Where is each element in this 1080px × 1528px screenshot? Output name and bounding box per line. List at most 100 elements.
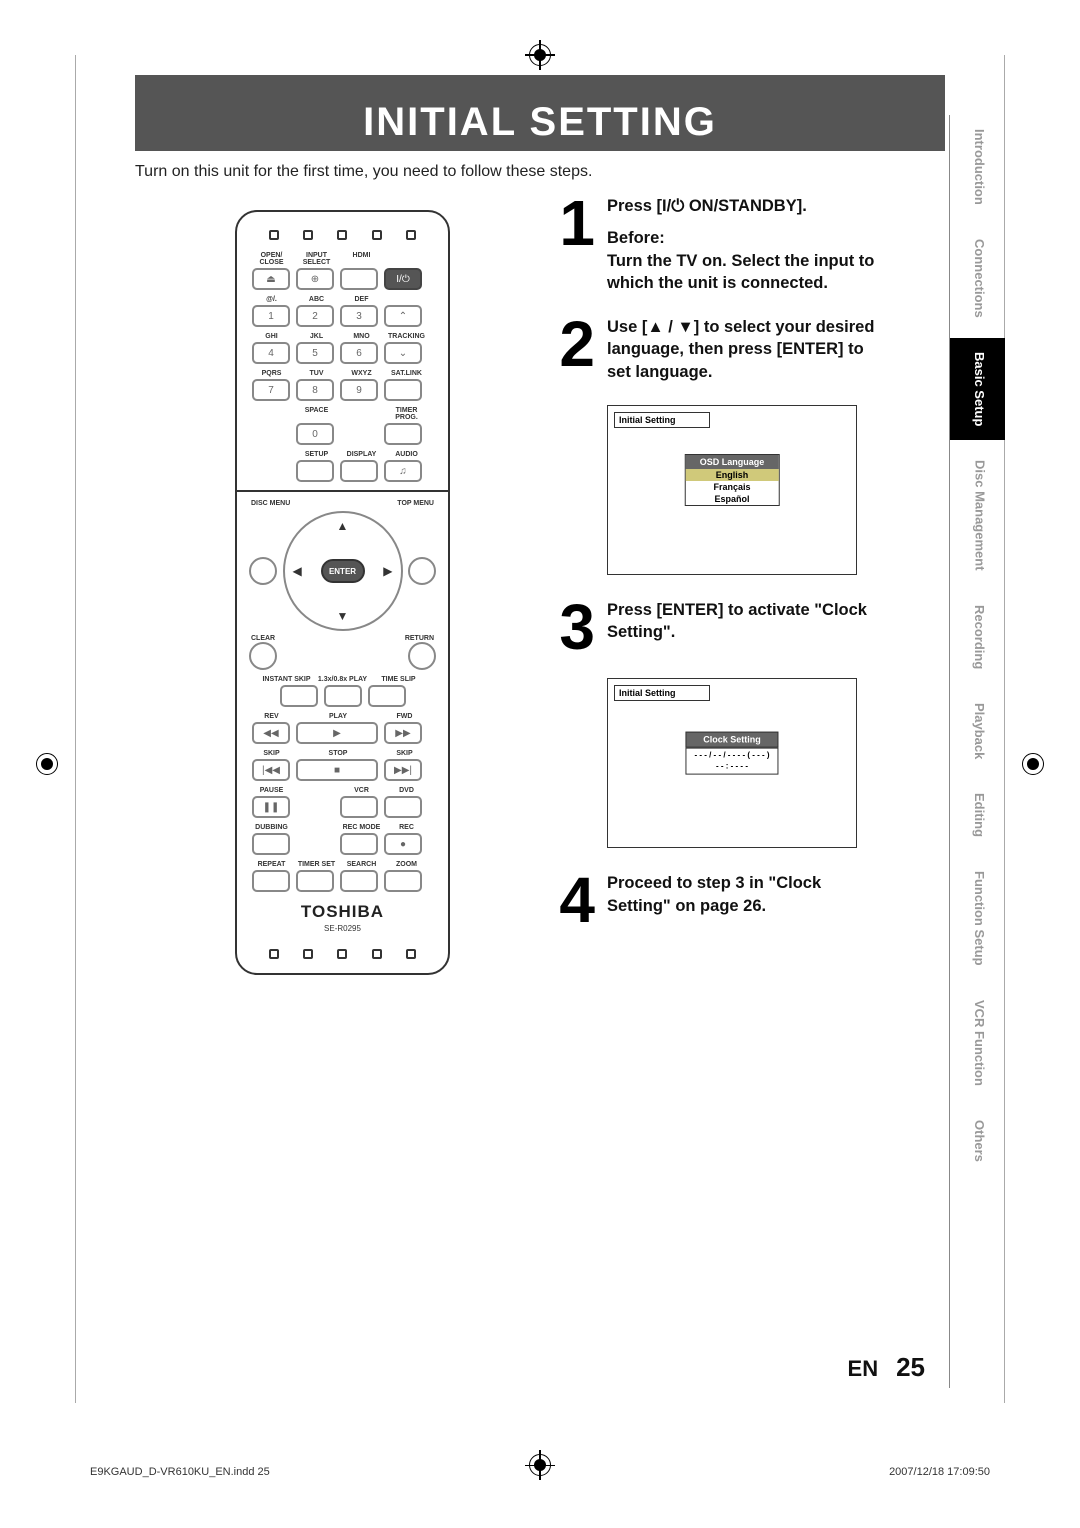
step-number: 4 xyxy=(545,872,595,930)
intro-text: Turn on this unit for the first time, yo… xyxy=(135,163,592,181)
num-3-button: 3 xyxy=(340,305,378,327)
page-title: INITIAL SETTING xyxy=(135,93,945,151)
num-1-button: 1 xyxy=(252,305,290,327)
tab-connections[interactable]: Connections xyxy=(950,225,1005,332)
skip-fwd-button: ▶▶| xyxy=(384,759,422,781)
footer-lang: EN xyxy=(848,1356,879,1382)
num-9-button: 9 xyxy=(340,379,378,401)
step-2: 2 Use [▲ / ▼] to select your desired lan… xyxy=(545,316,880,383)
header-bar xyxy=(135,75,945,93)
instant-skip-button xyxy=(280,685,318,707)
osd-clock-value: - - - / - - / - - - - ( - - - ) - - : - … xyxy=(685,748,778,775)
osd-header: OSD Language xyxy=(686,455,779,469)
num-8-button: 8 xyxy=(296,379,334,401)
ch-up-button: ⌃ xyxy=(384,305,422,327)
reg-cross xyxy=(539,1450,541,1480)
step-1-line-1: Press [I/⏻ ON/STANDBY]. xyxy=(607,195,880,217)
disc-menu-button xyxy=(249,557,277,585)
step-4-text: Proceed to step 3 in "Clock Setting" on … xyxy=(607,872,880,917)
step-3: 3 Press [ENTER] to activate "Clock Setti… xyxy=(545,599,880,657)
audio-button: ♫ xyxy=(384,460,422,482)
osd-option-english: English xyxy=(686,469,779,481)
rec-button: ● xyxy=(384,833,422,855)
open-close-button: ⏏ xyxy=(252,268,290,290)
satlink-button xyxy=(384,379,422,401)
print-footer-right: 2007/12/18 17:09:50 xyxy=(889,1466,990,1478)
step-2-text: Use [▲ / ▼] to select your desired langu… xyxy=(607,316,880,383)
step-number: 2 xyxy=(545,316,595,383)
return-label: RETURN xyxy=(405,635,434,642)
step-number: 1 xyxy=(545,195,595,294)
tab-recording[interactable]: Recording xyxy=(950,591,1005,683)
nav-pad: ▲ ▼ ◀ ▶ ENTER xyxy=(283,511,403,631)
step-1-line-2: Before: xyxy=(607,227,880,249)
tab-editing[interactable]: Editing xyxy=(950,779,1005,851)
tab-introduction[interactable]: Introduction xyxy=(950,115,1005,219)
input-select-button: ⊕ xyxy=(296,268,334,290)
rec-mode-button xyxy=(340,833,378,855)
step-1-line-3: Turn the TV on. Select the input to whic… xyxy=(607,250,880,295)
tab-basic-setup[interactable]: Basic Setup xyxy=(950,338,1005,440)
step-number: 3 xyxy=(545,599,595,657)
steps-column: 1 Press [I/⏻ ON/STANDBY]. Before: Turn t… xyxy=(545,195,880,952)
tab-others[interactable]: Others xyxy=(950,1106,1005,1176)
osd-tab: Initial Setting xyxy=(614,685,710,701)
rev-button: ◀◀ xyxy=(252,722,290,744)
top-menu-label: TOP MENU xyxy=(397,500,434,507)
hdmi-button xyxy=(340,268,378,290)
remote-illustration: OPEN/ CLOSE INPUT SELECT HDMI ⏏ ⊕ I/⏻ @/… xyxy=(235,210,450,975)
num-5-button: 5 xyxy=(296,342,334,364)
osd-clock-panel: Initial Setting Clock Setting - - - / - … xyxy=(607,678,857,848)
fwd-button: ▶▶ xyxy=(384,722,422,744)
osd-clock-header: Clock Setting xyxy=(685,732,778,748)
vcr-button xyxy=(340,796,378,818)
repeat-button xyxy=(252,870,290,892)
pause-button: ❚❚ xyxy=(252,796,290,818)
tab-playback[interactable]: Playback xyxy=(950,689,1005,773)
step-1: 1 Press [I/⏻ ON/STANDBY]. Before: Turn t… xyxy=(545,195,880,294)
brand-label: TOSHIBA xyxy=(249,902,436,922)
tab-disc-management[interactable]: Disc Management xyxy=(950,446,1005,585)
zoom-button xyxy=(384,870,422,892)
section-tabs: Introduction Connections Basic Setup Dis… xyxy=(949,115,1005,1388)
step-4: 4 Proceed to step 3 in "Clock Setting" o… xyxy=(545,872,880,930)
play-speed-button xyxy=(324,685,362,707)
reg-mark-left xyxy=(36,753,58,775)
tab-vcr-function[interactable]: VCR Function xyxy=(950,986,1005,1100)
osd-option-francais: Français xyxy=(686,481,779,493)
tab-function-setup[interactable]: Function Setup xyxy=(950,857,1005,980)
power-button: I/⏻ xyxy=(384,268,422,290)
play-button: ▶ xyxy=(296,722,378,744)
top-menu-button xyxy=(408,557,436,585)
osd-option-espanol: Español xyxy=(686,493,779,505)
search-button xyxy=(340,870,378,892)
dubbing-button xyxy=(252,833,290,855)
print-footer-left: E9KGAUD_D-VR610KU_EN.indd 25 xyxy=(90,1466,270,1478)
num-7-button: 7 xyxy=(252,379,290,401)
num-0-button: 0 xyxy=(296,423,334,445)
reg-mark-right xyxy=(1022,753,1044,775)
step-3-text: Press [ENTER] to activate "Clock Setting… xyxy=(607,599,880,644)
skip-back-button: |◀◀ xyxy=(252,759,290,781)
num-2-button: 2 xyxy=(296,305,334,327)
footer-page-number: 25 xyxy=(896,1352,925,1383)
clear-label: CLEAR xyxy=(251,635,275,642)
clear-button xyxy=(249,642,277,670)
stop-button: ■ xyxy=(296,759,378,781)
num-6-button: 6 xyxy=(340,342,378,364)
time-slip-button xyxy=(368,685,406,707)
osd-tab: Initial Setting xyxy=(614,412,710,428)
setup-button xyxy=(296,460,334,482)
model-label: SE-R0295 xyxy=(249,924,436,933)
display-button xyxy=(340,460,378,482)
disc-menu-label: DISC MENU xyxy=(251,500,290,507)
page-footer: EN 25 xyxy=(848,1352,925,1383)
osd-language-panel: Initial Setting OSD Language English Fra… xyxy=(607,405,857,575)
return-button xyxy=(408,642,436,670)
ch-down-button: ⌄ xyxy=(384,342,422,364)
dvd-button xyxy=(384,796,422,818)
timer-set-button xyxy=(296,870,334,892)
timer-prog-button xyxy=(384,423,422,445)
num-4-button: 4 xyxy=(252,342,290,364)
enter-button: ENTER xyxy=(321,559,365,583)
